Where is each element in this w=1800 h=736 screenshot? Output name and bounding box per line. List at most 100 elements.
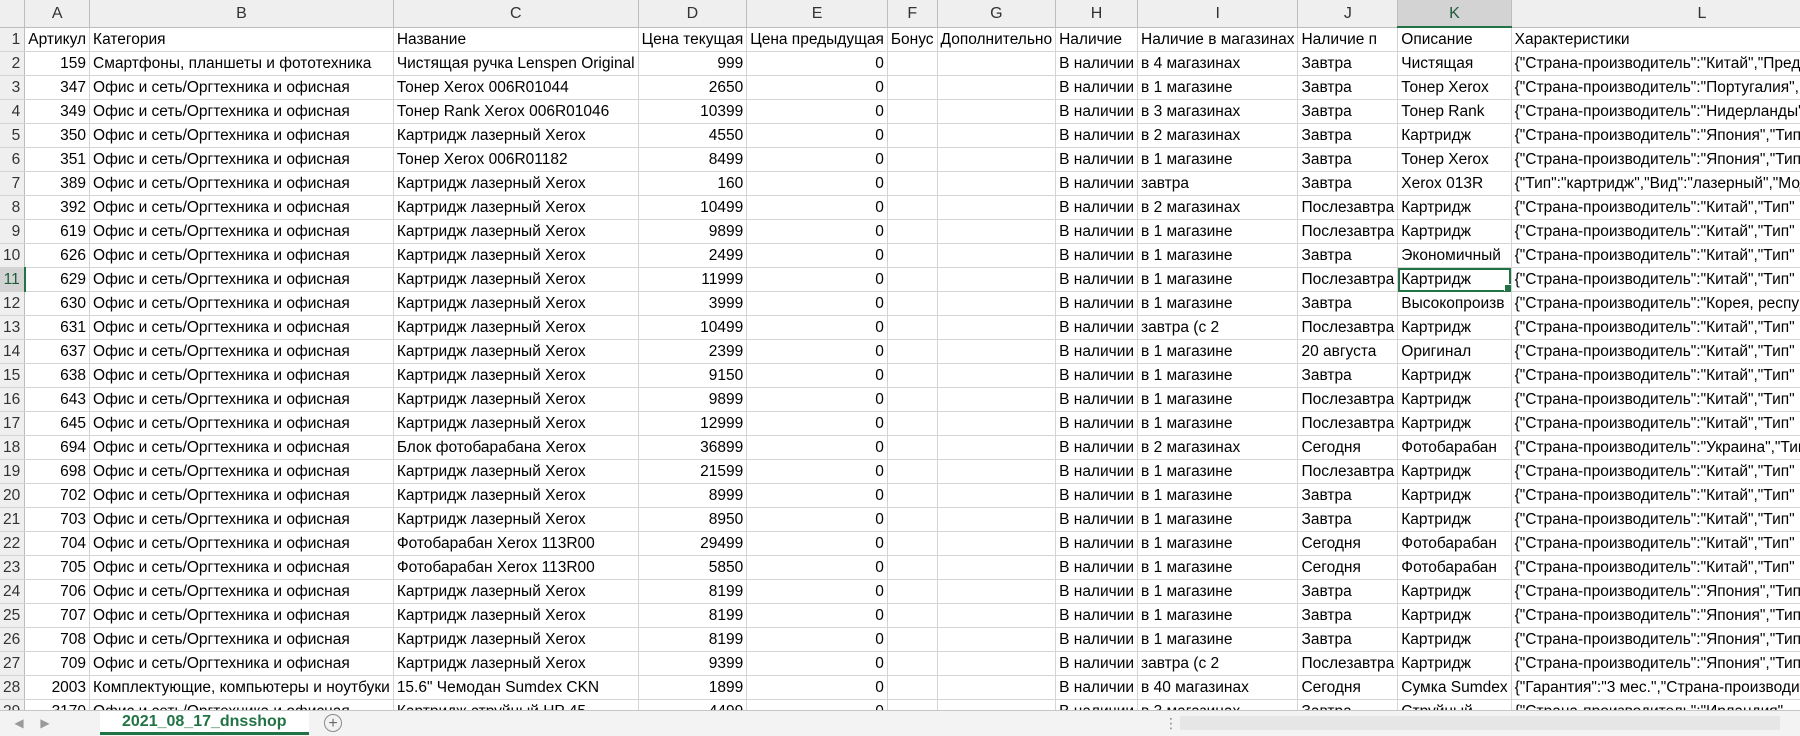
fill-handle[interactable] xyxy=(1503,284,1511,291)
cell-b[interactable]: Офис и сеть/Оргтехника и офисная xyxy=(89,555,394,580)
cell-b[interactable]: Офис и сеть/Оргтехника и офисная xyxy=(89,291,394,316)
cell-g[interactable] xyxy=(937,171,1057,196)
cell-k[interactable]: Картридж xyxy=(1397,603,1512,628)
cell-d[interactable]: 2399 xyxy=(638,339,748,364)
cell-j[interactable]: Сегодня xyxy=(1297,435,1399,460)
cell-h[interactable]: В наличии xyxy=(1055,483,1139,508)
cell-c[interactable]: Картридж лазерный Xerox xyxy=(393,267,639,292)
cell-f[interactable] xyxy=(887,147,938,172)
cell-h[interactable]: В наличии xyxy=(1055,147,1139,172)
cell-a[interactable]: 631 xyxy=(24,315,91,340)
cell-c[interactable]: Тонер Xerox 006R01044 xyxy=(393,75,639,100)
cell-a[interactable]: Артикул xyxy=(24,27,91,52)
cell-a[interactable]: 637 xyxy=(24,339,91,364)
spreadsheet-table[interactable]: ABCDEFGHIJKLMNO1АртикулКатегорияНазвание… xyxy=(0,0,1800,710)
cell-g[interactable] xyxy=(937,147,1057,172)
cell-e[interactable]: 0 xyxy=(746,99,888,124)
cell-k[interactable]: Картридж xyxy=(1397,195,1512,220)
cell-f[interactable] xyxy=(887,195,938,220)
cell-b[interactable]: Офис и сеть/Оргтехника и офисная xyxy=(89,507,394,532)
cell-h[interactable]: В наличии xyxy=(1055,387,1139,412)
cell-g[interactable] xyxy=(937,195,1057,220)
cell-i[interactable]: в 1 магазине xyxy=(1137,579,1299,604)
cell-l[interactable]: {"Страна-производитель":"Китай","Тип" xyxy=(1511,411,1800,436)
cell-g[interactable] xyxy=(937,243,1057,268)
row-number[interactable]: 29 xyxy=(0,699,26,710)
cell-k[interactable]: Картридж xyxy=(1397,387,1512,412)
cell-e[interactable]: 0 xyxy=(746,291,888,316)
cell-k[interactable]: Картридж xyxy=(1397,627,1512,652)
cell-d[interactable]: 9399 xyxy=(638,651,748,676)
cell-h[interactable]: В наличии xyxy=(1055,507,1139,532)
cell-d[interactable]: 8999 xyxy=(638,483,748,508)
cell-l[interactable]: {"Страна-производитель":"Китай","Тип" xyxy=(1511,507,1800,532)
cell-g[interactable] xyxy=(937,435,1057,460)
cell-h[interactable]: В наличии xyxy=(1055,459,1139,484)
cell-e[interactable]: 0 xyxy=(746,363,888,388)
cell-a[interactable]: 703 xyxy=(24,507,91,532)
cell-i[interactable]: в 1 магазине xyxy=(1137,147,1299,172)
column-header-i[interactable]: I xyxy=(1137,0,1299,28)
column-header-f[interactable]: F xyxy=(887,0,938,28)
cell-j[interactable]: Сегодня xyxy=(1297,555,1399,580)
cell-e[interactable]: 0 xyxy=(746,243,888,268)
cell-h[interactable]: В наличии xyxy=(1055,315,1139,340)
cell-h[interactable]: В наличии xyxy=(1055,219,1139,244)
cell-f[interactable] xyxy=(887,483,938,508)
row-number[interactable]: 2 xyxy=(0,51,26,76)
cell-g[interactable] xyxy=(937,363,1057,388)
cell-g[interactable] xyxy=(937,387,1057,412)
cell-g[interactable]: Дополнительно xyxy=(937,27,1057,52)
row-number[interactable]: 19 xyxy=(0,459,26,484)
cell-g[interactable] xyxy=(937,675,1057,700)
cell-a[interactable]: 3170 xyxy=(24,699,91,710)
cell-f[interactable] xyxy=(887,387,938,412)
row-number[interactable]: 22 xyxy=(0,531,26,556)
cell-j[interactable]: Сегодня xyxy=(1297,531,1399,556)
cell-j[interactable]: Послезавтра xyxy=(1297,459,1399,484)
cell-c[interactable]: Картридж лазерный Xerox xyxy=(393,387,639,412)
cell-l[interactable]: {"Страна-производитель":"Япония","Тип" xyxy=(1511,123,1800,148)
cell-h[interactable]: В наличии xyxy=(1055,123,1139,148)
cell-c[interactable]: Картридж лазерный Xerox xyxy=(393,315,639,340)
cell-i[interactable]: в 1 магазине xyxy=(1137,507,1299,532)
worksheet-grid[interactable]: ABCDEFGHIJKLMNO1АртикулКатегорияНазвание… xyxy=(0,0,1800,710)
row-number[interactable]: 1 xyxy=(0,27,26,52)
scroll-tabs-left-icon[interactable]: ◀ xyxy=(10,713,28,733)
cell-l[interactable]: Характеристики xyxy=(1511,27,1800,52)
cell-e[interactable]: 0 xyxy=(746,51,888,76)
cell-l[interactable]: {"Гарантия":"3 мес.","Страна-производите… xyxy=(1511,675,1800,700)
cell-h[interactable]: В наличии xyxy=(1055,363,1139,388)
row-number[interactable]: 21 xyxy=(0,507,26,532)
cell-l[interactable]: {"Страна-производитель":"Китай","Предназ… xyxy=(1511,51,1800,76)
cell-j[interactable]: Завтра xyxy=(1297,507,1399,532)
cell-i[interactable]: в 2 магазинах xyxy=(1137,195,1299,220)
cell-d[interactable]: 8199 xyxy=(638,579,748,604)
cell-j[interactable]: Завтра xyxy=(1297,627,1399,652)
cell-j[interactable]: Послезавтра xyxy=(1297,219,1399,244)
cell-l[interactable]: {"Страна-производитель":"Китай","Тип" xyxy=(1511,387,1800,412)
cell-h[interactable]: В наличии xyxy=(1055,267,1139,292)
cell-c[interactable]: Картридж лазерный Xerox xyxy=(393,195,639,220)
cell-k[interactable]: Тонер Xerox xyxy=(1397,75,1512,100)
cell-i[interactable]: завтра xyxy=(1137,171,1299,196)
cell-h[interactable]: В наличии xyxy=(1055,579,1139,604)
cell-e[interactable]: 0 xyxy=(746,195,888,220)
cell-h[interactable]: В наличии xyxy=(1055,195,1139,220)
cell-i[interactable]: Наличие в магазинах xyxy=(1137,27,1299,52)
cell-d[interactable]: 8499 xyxy=(638,147,748,172)
cell-j[interactable]: Послезавтра xyxy=(1297,267,1399,292)
cell-i[interactable]: в 1 магазине xyxy=(1137,291,1299,316)
cell-l[interactable]: {"Тип":"картридж","Вид":"лазерный","Моде… xyxy=(1511,171,1800,196)
cell-h[interactable]: В наличии xyxy=(1055,99,1139,124)
cell-j[interactable]: Завтра xyxy=(1297,483,1399,508)
cell-b[interactable]: Офис и сеть/Оргтехника и офисная xyxy=(89,459,394,484)
cell-d[interactable]: 21599 xyxy=(638,459,748,484)
column-header-d[interactable]: D xyxy=(638,0,748,28)
cell-j[interactable]: Завтра xyxy=(1297,75,1399,100)
cell-e[interactable]: 0 xyxy=(746,315,888,340)
cell-d[interactable]: 4550 xyxy=(638,123,748,148)
cell-i[interactable]: в 1 магазине xyxy=(1137,603,1299,628)
cell-j[interactable]: Завтра xyxy=(1297,579,1399,604)
cell-g[interactable] xyxy=(937,51,1057,76)
